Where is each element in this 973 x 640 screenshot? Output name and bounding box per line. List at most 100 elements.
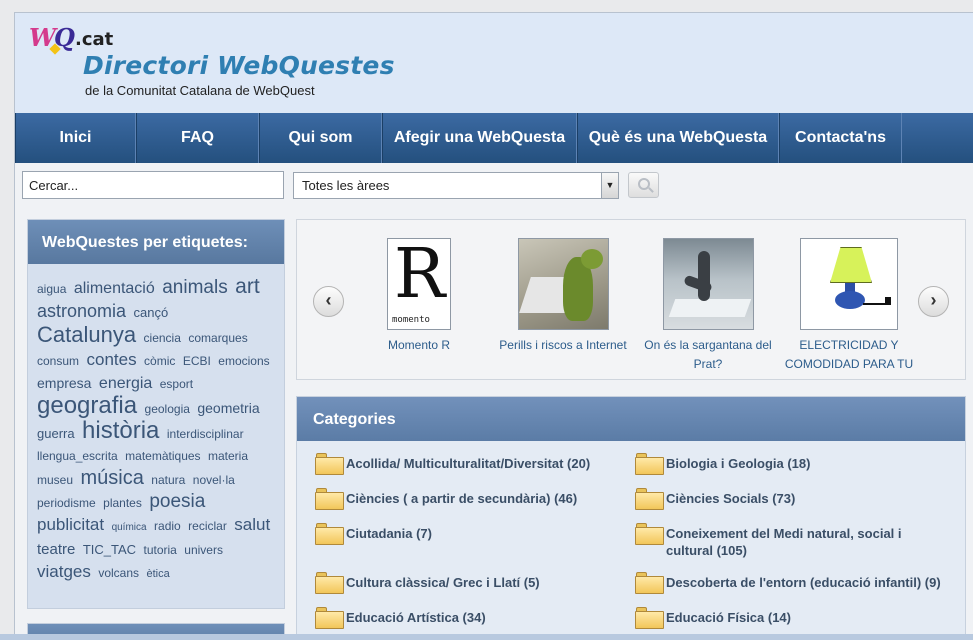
category-label: Coneixement del Medi natural, social i c… [666, 526, 902, 558]
search-button[interactable] [628, 172, 659, 198]
nav-inici[interactable]: Inici [15, 113, 136, 163]
carousel-next-button[interactable]: › [918, 286, 949, 317]
statue-shape [697, 251, 710, 301]
frog-head-shape [580, 249, 603, 269]
tag-link[interactable]: contes [86, 350, 136, 369]
carousel-thumbnail-frog[interactable] [517, 238, 609, 330]
tags-sidebar: WebQuestes per etiquetes: aigua alimenta… [27, 219, 285, 609]
nav-faq[interactable]: FAQ [136, 113, 259, 163]
lamp-cable-shape [863, 303, 887, 305]
category-item[interactable]: Acollida/ Multiculturalitat/Diversitat (… [315, 453, 625, 475]
tag-link[interactable]: geologia [145, 402, 190, 416]
main-nav: Inici FAQ Qui som Afegir una WebQuesta Q… [15, 113, 973, 163]
carousel-item[interactable]: ELECTRICIDAD Y COMODIDAD PARA TU [776, 238, 922, 374]
tag-link[interactable]: emocions [218, 354, 269, 368]
folder-icon [315, 572, 345, 594]
tag-link[interactable]: salut [234, 515, 270, 534]
carousel-thumbnail-lamp[interactable] [800, 238, 898, 330]
category-item[interactable]: Educació Física (14) [635, 607, 945, 629]
carousel-item[interactable]: On és la sargantana del Prat? [633, 238, 783, 374]
tag-link[interactable]: reciclar [188, 519, 227, 533]
category-item[interactable]: Coneixement del Medi natural, social i c… [635, 523, 925, 559]
carousel-caption[interactable]: ELECTRICIDAD Y COMODIDAD PARA TU [776, 336, 922, 374]
category-item[interactable]: Descoberta de l'entorn (educació infanti… [635, 572, 955, 594]
tag-link[interactable]: publicitat [37, 515, 104, 534]
tag-link[interactable]: materia [208, 449, 248, 463]
category-item[interactable]: Cultura clàssica/ Grec i Llatí (5) [315, 572, 625, 594]
carousel-thumbnail-sargantana[interactable] [662, 238, 754, 330]
search-icon-handle [648, 187, 654, 193]
tag-link[interactable]: empresa [37, 375, 91, 391]
folder-icon [635, 572, 665, 594]
tag-link[interactable]: poesia [149, 491, 205, 512]
tag-link[interactable]: història [82, 417, 159, 444]
folder-icon [635, 453, 665, 475]
tags-sidebar-title: WebQuestes per etiquetes: [28, 220, 284, 264]
search-input[interactable] [22, 171, 284, 199]
tag-link[interactable]: natura [151, 473, 185, 487]
tag-link[interactable]: periodisme [37, 496, 96, 510]
tag-link[interactable]: música [80, 467, 143, 489]
tag-link[interactable]: TIC_TAC [83, 542, 136, 557]
tag-link[interactable]: química [112, 522, 147, 533]
carousel-item[interactable]: R momento Momento R [344, 238, 494, 355]
nav-que-es-webquesta[interactable]: Què és una WebQuesta [577, 113, 779, 163]
tag-link[interactable]: còmic [144, 354, 175, 368]
tag-link[interactable]: llengua_escrita [37, 449, 118, 463]
tag-link[interactable]: novel·la [193, 473, 235, 487]
carousel-caption[interactable]: On és la sargantana del Prat? [633, 336, 783, 374]
chevron-down-icon[interactable]: ▼ [601, 173, 618, 198]
category-label: Ciències ( a partir de secundària) (46) [346, 491, 578, 506]
category-item[interactable]: Ciutadania (7) [315, 523, 625, 545]
carousel-prev-button[interactable]: ‹ [313, 286, 344, 317]
tag-link[interactable]: interdisciplinar [167, 427, 244, 441]
tag-link[interactable]: matemàtiques [125, 449, 200, 463]
category-item[interactable]: Ciències Socials (73) [635, 488, 945, 510]
site-title[interactable]: Directori WebQuestes [83, 51, 395, 80]
tag-link[interactable]: univers [184, 543, 223, 557]
tag-link[interactable]: art [235, 275, 260, 298]
tag-link[interactable]: cançó [134, 305, 169, 320]
category-label: Cultura clàssica/ Grec i Llatí (5) [346, 575, 540, 590]
tag-link[interactable]: alimentació [74, 280, 155, 297]
category-item[interactable]: Ciències ( a partir de secundària) (46) [315, 488, 625, 510]
tag-link[interactable]: energia [99, 375, 152, 392]
nav-contactans[interactable]: Contacta'ns [779, 113, 902, 163]
area-select-value: Totes les àrees [302, 178, 390, 193]
tag-link[interactable]: Catalunya [37, 322, 136, 347]
category-item[interactable]: Biologia i Geologia (18) [635, 453, 945, 475]
nav-afegir-webquesta[interactable]: Afegir una WebQuesta [382, 113, 577, 163]
tag-link[interactable]: comarques [188, 331, 247, 345]
folder-icon [635, 488, 665, 510]
lamp-plug-shape [885, 297, 891, 305]
tag-link[interactable]: guerra [37, 426, 75, 441]
carousel-caption[interactable]: Perills i riscos a Internet [488, 336, 638, 355]
tag-link[interactable]: plantes [103, 496, 142, 510]
tag-link[interactable]: astronomia [37, 301, 126, 321]
carousel-caption[interactable]: Momento R [344, 336, 494, 355]
tag-link[interactable]: tutoria [143, 543, 176, 557]
tag-link[interactable]: museu [37, 473, 73, 487]
tag-link[interactable]: radio [154, 519, 181, 533]
carousel-item[interactable]: Perills i riscos a Internet [488, 238, 638, 355]
area-select[interactable]: Totes les àrees ▼ [293, 172, 619, 199]
tag-link[interactable]: viatges [37, 562, 91, 581]
category-label: Descoberta de l'entorn (educació infanti… [666, 575, 941, 590]
tag-link[interactable]: ECBI [183, 354, 211, 368]
category-item[interactable]: Educació Artística (34) [315, 607, 625, 629]
tag-link[interactable]: teatre [37, 541, 75, 558]
tag-link[interactable]: ètica [146, 568, 169, 580]
tag-link[interactable]: geografia [37, 392, 137, 419]
tag-link[interactable]: animals [162, 277, 227, 298]
tag-link[interactable]: ciencia [144, 331, 181, 345]
tag-link[interactable]: volcans [98, 566, 139, 580]
tag-link[interactable]: consum [37, 354, 79, 368]
tag-link[interactable]: esport [160, 377, 193, 391]
tag-link[interactable]: aigua [37, 282, 66, 296]
os-taskbar [0, 634, 973, 640]
tag-link[interactable]: geometria [197, 400, 259, 416]
carousel-thumbnail-momento-r[interactable]: R momento [387, 238, 451, 330]
tag-cloud: aigua alimentació animals art astronomia… [28, 264, 284, 585]
nav-qui-som[interactable]: Qui som [259, 113, 382, 163]
page: WQ .cat Directori WebQuestes de la Comun… [14, 12, 973, 640]
